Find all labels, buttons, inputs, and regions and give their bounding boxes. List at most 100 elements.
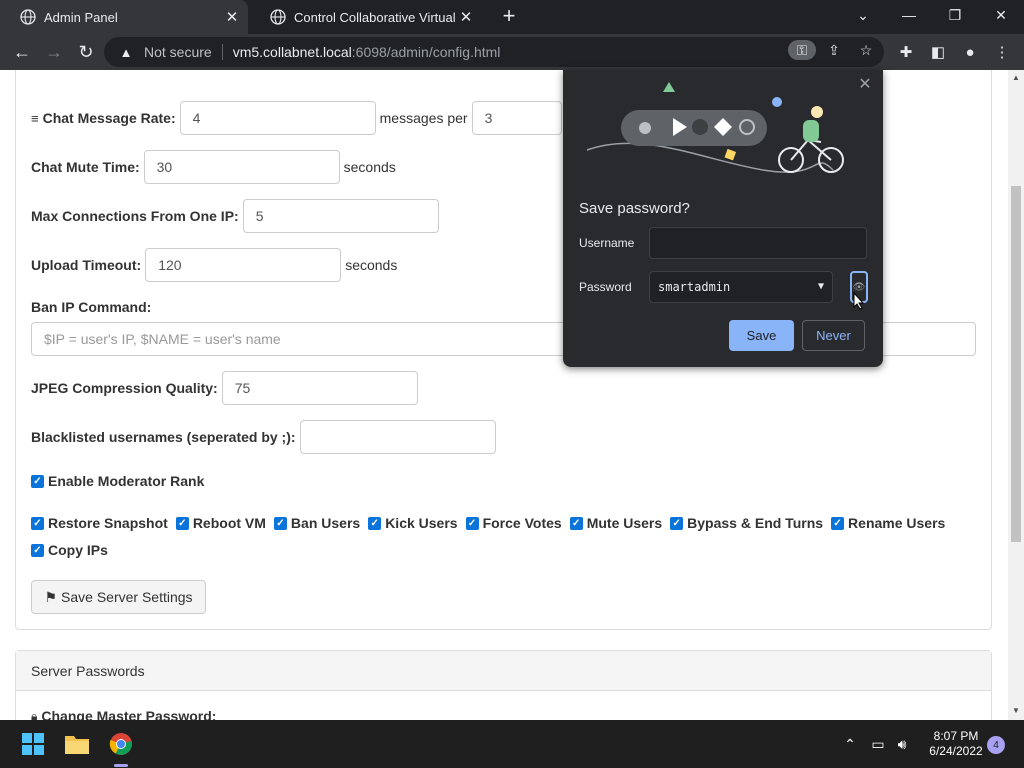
notification-badge[interactable]: 4 <box>987 736 1005 754</box>
perm-bypass-end-turns[interactable]: ✓ Bypass & End Turns <box>670 515 823 531</box>
blacklist-input[interactable] <box>299 420 496 454</box>
mute-time-row: Chat Mute Time: 30 seconds <box>31 150 396 184</box>
volume-icon[interactable]: 🔊︎ <box>893 734 911 754</box>
never-button[interactable]: Never <box>802 320 865 351</box>
perm-label: Rename Users <box>848 515 946 531</box>
username-field[interactable] <box>649 227 867 259</box>
globe-icon <box>20 9 36 25</box>
upload-timeout-row: Upload Timeout: 120 seconds <box>31 248 397 282</box>
key-icon[interactable]: ⚿ <box>788 40 816 60</box>
tab-control-vm[interactable]: Control Collaborative Virtual Ma ✕ <box>250 0 482 34</box>
master-password-row: 🔒︎ Change Master Password: <box>31 708 216 720</box>
file-explorer-button[interactable] <box>62 729 92 759</box>
checkbox-checked-icon[interactable]: ✓ <box>31 516 44 530</box>
checkbox-checked-icon[interactable]: ✓ <box>175 516 189 530</box>
save-flag-icon: ⚑ <box>44 588 58 605</box>
profile-icon[interactable]: ● <box>960 42 980 62</box>
close-tab-icon[interactable]: ✕ <box>456 7 476 27</box>
dropdown-caret-icon[interactable]: ▼ <box>818 281 824 292</box>
scroll-up-icon[interactable]: ▲ <box>1012 73 1020 82</box>
align-left-icon: ≡ <box>31 110 39 126</box>
checkbox-checked-icon[interactable]: ✓ <box>569 516 583 530</box>
warning-icon[interactable]: ▲ <box>118 44 134 60</box>
chat-rate-input[interactable]: 4 <box>179 101 376 135</box>
perm-ban-users[interactable]: ✓ Ban Users <box>273 515 360 531</box>
upload-timeout-input[interactable]: 120 <box>145 248 342 282</box>
checkbox-checked-icon[interactable]: ✓ <box>273 516 287 530</box>
browser-toolbar: ← → ↻ ▲ Not secure vm5.collabnet.local:6… <box>0 34 1024 70</box>
checkbox-checked-icon[interactable]: ✓ <box>31 543 44 557</box>
folder-icon <box>65 736 89 754</box>
lock-icon: 🔒︎ <box>31 708 38 721</box>
forward-icon[interactable]: → <box>41 39 67 65</box>
password-label: Password <box>579 280 632 294</box>
chevron-up-icon[interactable]: ⌃ <box>841 734 859 754</box>
scroll-down-icon[interactable]: ▼ <box>1012 706 1020 715</box>
active-app-indicator <box>114 764 128 767</box>
close-tab-icon[interactable]: ✕ <box>222 7 242 27</box>
save-server-settings-button[interactable]: ⚑ Save Server Settings <box>31 580 206 614</box>
back-icon[interactable]: ← <box>9 39 35 65</box>
save-password-dialog: ✕ Save password? Username Password smart… <box>563 70 883 367</box>
perm-label: Restore Snapshot <box>48 515 168 531</box>
share-icon[interactable]: ⇪ <box>824 40 844 60</box>
restore-button[interactable]: ❐ <box>932 0 978 30</box>
address-bar[interactable]: ▲ Not secure vm5.collabnet.local:6098/ad… <box>104 37 884 67</box>
extensions-icon[interactable]: ✚ <box>896 42 916 62</box>
perm-kick-users[interactable]: ✓ Kick Users <box>368 515 458 531</box>
max-connections-input[interactable]: 5 <box>242 199 439 233</box>
perm-label: Force Votes <box>482 515 562 531</box>
perm-rename-users[interactable]: ✓ Rename Users <box>831 515 945 531</box>
password-illustration <box>586 82 844 173</box>
jpeg-quality-row: JPEG Compression Quality: 75 <box>31 371 418 405</box>
perm-label: Mute Users <box>586 515 663 531</box>
minimize-button[interactable]: — <box>886 0 932 30</box>
globe-icon <box>270 9 286 25</box>
network-icon[interactable]: ▭ <box>869 734 887 754</box>
perm-restore-snapshot[interactable]: ✓ Restore Snapshot <box>31 515 168 531</box>
blacklist-label: Blacklisted usernames (seperated by ;): <box>31 429 296 445</box>
page-scrollbar[interactable]: ▲ ▼ <box>1008 70 1024 720</box>
moderator-checkbox-item[interactable]: ✓ Enable Moderator Rank <box>31 473 204 489</box>
new-tab-button[interactable]: + <box>498 3 520 28</box>
perm-reboot-vm[interactable]: ✓ Reboot VM <box>175 515 266 531</box>
side-panel-icon[interactable]: ◧ <box>928 42 948 62</box>
tab-search-icon[interactable]: ⌄ <box>840 0 886 30</box>
tab-admin-panel[interactable]: Admin Panel ✕ <box>0 0 248 34</box>
chrome-taskbar-button[interactable] <box>106 729 136 759</box>
moderator-row: ✓ Enable Moderator Rank <box>31 473 212 489</box>
checkbox-checked-icon[interactable]: ✓ <box>31 474 44 488</box>
divider <box>221 44 223 60</box>
ban-command-label-row: Ban IP Command: <box>31 299 151 315</box>
dialog-title: Save password? <box>579 200 690 217</box>
checkbox-checked-icon[interactable]: ✓ <box>670 516 684 530</box>
reload-icon[interactable]: ↻ <box>73 39 99 65</box>
perm-force-votes[interactable]: ✓ Force Votes <box>465 515 562 531</box>
permissions-row-2: ✓ Copy IPs <box>31 542 116 558</box>
checkbox-checked-icon[interactable]: ✓ <box>368 516 382 530</box>
password-value: smartadmin <box>658 280 731 294</box>
jpeg-quality-label: JPEG Compression Quality: <box>31 380 218 396</box>
tab-strip: Admin Panel ✕ Control Collaborative Virt… <box>0 0 1024 34</box>
clock[interactable]: 8:07 PM 6/24/2022 <box>916 729 996 759</box>
mouse-cursor-icon <box>853 292 865 310</box>
close-window-button[interactable]: ✕ <box>978 0 1024 30</box>
url-text: vm5.collabnet.local:6098/admin/config.ht… <box>233 44 501 60</box>
perm-copy-ips[interactable]: ✓ Copy IPs <box>31 542 108 558</box>
mute-time-suffix: seconds <box>343 159 396 175</box>
checkbox-checked-icon[interactable]: ✓ <box>465 516 479 530</box>
menu-icon[interactable]: ⋮ <box>992 42 1012 62</box>
permissions-row: ✓ Restore Snapshot ✓ Reboot VM ✓ Ban Users … <box>31 515 953 531</box>
checkbox-checked-icon[interactable]: ✓ <box>831 516 845 530</box>
username-label: Username <box>579 236 635 250</box>
password-field[interactable]: smartadmin ▼ <box>649 271 833 303</box>
chat-rate-seconds-input[interactable]: 3 <box>471 101 562 135</box>
start-button[interactable] <box>18 729 48 759</box>
tab-title: Admin Panel <box>44 9 118 25</box>
scrollbar-thumb[interactable] <box>1011 186 1021 542</box>
jpeg-quality-input[interactable]: 75 <box>221 371 418 405</box>
save-button[interactable]: Save <box>729 320 794 351</box>
perm-mute-users[interactable]: ✓ Mute Users <box>569 515 663 531</box>
mute-time-input[interactable]: 30 <box>143 150 340 184</box>
bookmark-star-icon[interactable]: ☆ <box>856 40 876 60</box>
